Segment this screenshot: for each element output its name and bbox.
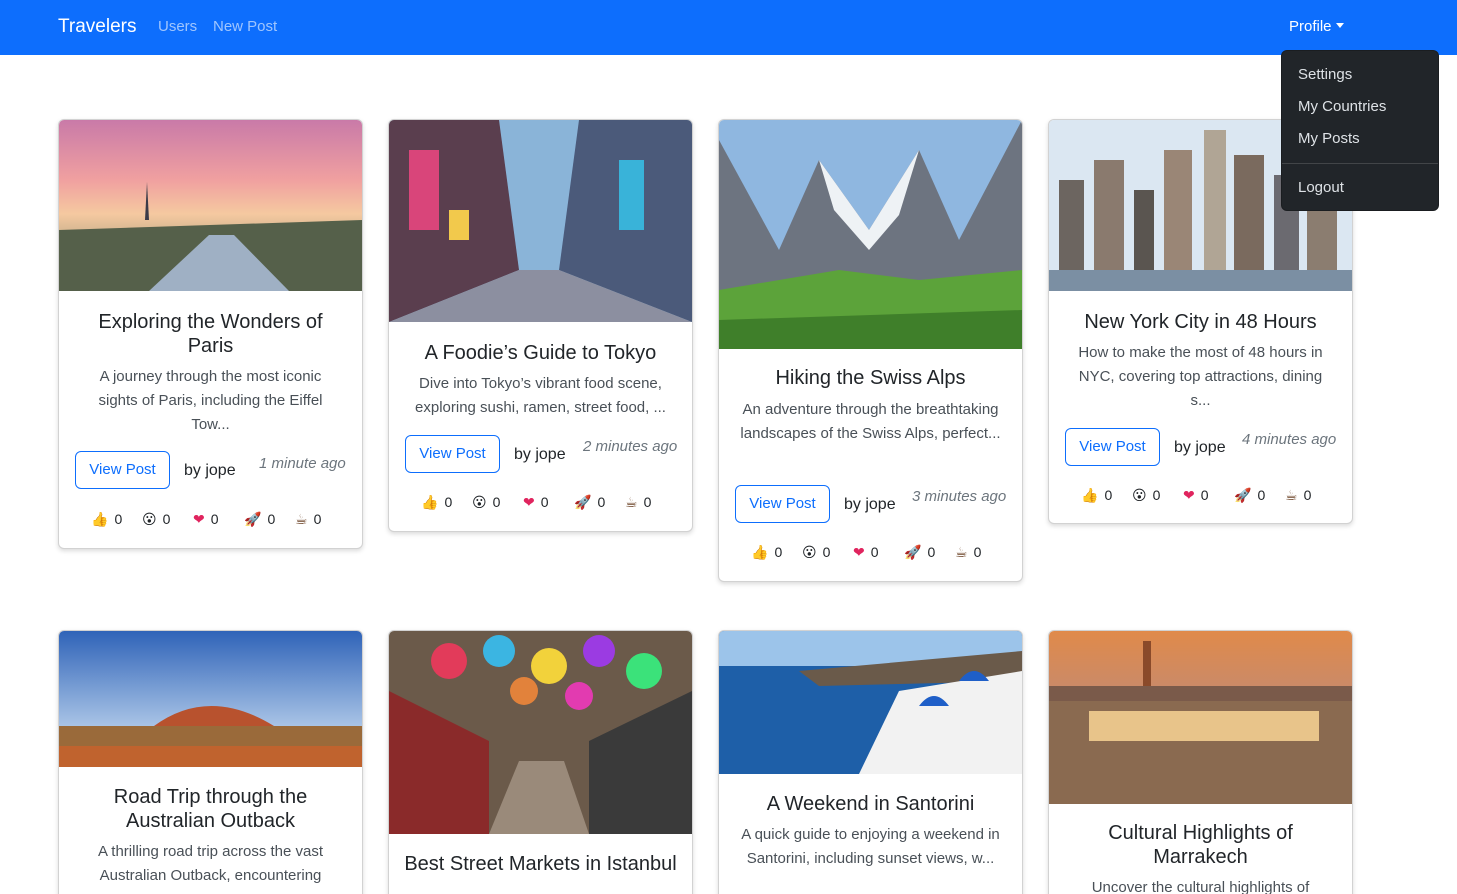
wow-face-icon: 😮	[472, 495, 487, 511]
post-image-marrakech	[1049, 631, 1352, 804]
post-excerpt: An adventure through the breathtaking la…	[740, 401, 1001, 442]
post-image-santorini	[719, 631, 1022, 774]
post-image-tokyo	[389, 120, 692, 322]
reaction-coffee[interactable]: ☕ 0	[625, 494, 651, 511]
reaction-heart[interactable]: ❤ 0	[523, 494, 549, 511]
coffee-icon: ☕	[955, 545, 968, 561]
post-time: 4 minutes ago	[1242, 431, 1337, 448]
post-title: A Weekend in Santorini	[766, 793, 975, 815]
profile-dropdown-toggle[interactable]: Profile	[1289, 18, 1344, 35]
post-card: Cultural Highlights of Marrakech Uncover…	[1048, 630, 1353, 894]
reaction-heart[interactable]: ❤ 0	[193, 511, 219, 528]
heart-icon: ❤	[1183, 488, 1195, 504]
nav-link-users[interactable]: Users	[158, 18, 197, 35]
post-title: Cultural Highlights of Marrakech	[1108, 822, 1293, 868]
wow-face-icon: 😮	[142, 512, 157, 528]
rocket-icon: 🚀	[904, 545, 922, 561]
thumbs-up-icon: 👍	[421, 495, 439, 511]
reaction-rocket[interactable]: 🚀 0	[1234, 487, 1265, 504]
rocket-icon: 🚀	[1234, 488, 1252, 504]
post-author: by jope	[1174, 439, 1226, 456]
dropdown-item-my-countries[interactable]: My Countries	[1298, 98, 1386, 115]
coffee-icon: ☕	[625, 495, 638, 511]
post-author: by jope	[184, 462, 236, 479]
reactions-bar: 👍 0 😮 0 ❤ 0 🚀 0 ☕ 0	[421, 494, 671, 514]
post-card: Road Trip through the Australian Outback…	[58, 630, 363, 894]
view-post-button[interactable]: View Post	[735, 485, 830, 523]
post-time: 1 minute ago	[259, 455, 346, 472]
heart-icon: ❤	[193, 512, 205, 528]
coffee-icon: ☕	[1285, 488, 1298, 504]
dropdown-item-logout[interactable]: Logout	[1298, 179, 1344, 196]
rocket-icon: 🚀	[574, 495, 592, 511]
post-excerpt: Uncover the cultural highlights of	[1091, 879, 1310, 894]
post-card: Best Street Markets in Istanbul	[388, 630, 693, 894]
reaction-heart[interactable]: ❤ 0	[1183, 487, 1209, 504]
post-card: Hiking the Swiss Alps An adventure throu…	[718, 119, 1023, 582]
dropdown-item-settings[interactable]: Settings	[1298, 66, 1352, 83]
post-excerpt: A journey through the most iconic sights…	[98, 368, 323, 433]
reaction-wow[interactable]: 😮 0	[472, 494, 500, 511]
reaction-coffee[interactable]: ☕ 0	[295, 511, 321, 528]
post-card: A Foodie’s Guide to Tokyo Dive into Toky…	[388, 119, 693, 532]
coffee-icon: ☕	[295, 512, 308, 528]
reaction-rocket[interactable]: 🚀 0	[574, 494, 605, 511]
wow-face-icon: 😮	[802, 545, 817, 561]
profile-dropdown-menu: Settings My Countries My Posts Logout	[1281, 50, 1439, 211]
post-time: 3 minutes ago	[912, 488, 1007, 505]
reaction-thumbs-up[interactable]: 👍 0	[1081, 487, 1112, 504]
profile-label: Profile	[1289, 18, 1332, 35]
wow-face-icon: 😮	[1132, 488, 1147, 504]
post-image-istanbul	[389, 631, 692, 834]
thumbs-up-icon: 👍	[91, 512, 109, 528]
post-image-swiss-alps	[719, 120, 1022, 349]
heart-icon: ❤	[523, 495, 535, 511]
reaction-coffee[interactable]: ☕ 0	[1285, 487, 1311, 504]
post-excerpt: A quick guide to enjoying a weekend in S…	[741, 826, 1000, 867]
reaction-coffee[interactable]: ☕ 0	[955, 544, 981, 561]
reaction-thumbs-up[interactable]: 👍 0	[421, 494, 452, 511]
post-excerpt: Dive into Tokyo’s vibrant food scene, ex…	[415, 375, 666, 416]
dropdown-item-my-posts[interactable]: My Posts	[1298, 130, 1360, 147]
post-author: by jope	[514, 446, 566, 463]
top-navbar: Travelers Users New Post Profile	[0, 0, 1457, 55]
thumbs-up-icon: 👍	[751, 545, 769, 561]
reactions-bar: 👍 0 😮 0 ❤ 0 🚀 0 ☕ 0	[1081, 487, 1331, 507]
heart-icon: ❤	[853, 545, 865, 561]
view-post-button[interactable]: View Post	[75, 451, 170, 489]
caret-down-icon	[1335, 23, 1344, 28]
thumbs-up-icon: 👍	[1081, 488, 1099, 504]
post-image-paris	[59, 120, 362, 291]
reaction-heart[interactable]: ❤ 0	[853, 544, 879, 561]
post-title: A Foodie’s Guide to Tokyo	[424, 342, 657, 364]
post-title: New York City in 48 Hours	[1084, 311, 1317, 333]
reaction-wow[interactable]: 😮 0	[802, 544, 830, 561]
post-card: Exploring the Wonders of Paris A journey…	[58, 119, 363, 549]
reactions-bar: 👍 0 😮 0 ❤ 0 🚀 0 ☕ 0	[91, 511, 341, 531]
rocket-icon: 🚀	[244, 512, 262, 528]
nav-link-new-post[interactable]: New Post	[213, 18, 277, 35]
brand-link[interactable]: Travelers	[58, 16, 136, 38]
reactions-bar: 👍 0 😮 0 ❤ 0 🚀 0 ☕ 0	[751, 544, 1001, 564]
post-title: Hiking the Swiss Alps	[775, 367, 966, 389]
reaction-thumbs-up[interactable]: 👍 0	[91, 511, 122, 528]
reaction-rocket[interactable]: 🚀 0	[904, 544, 935, 561]
post-excerpt: A thrilling road trip across the vast Au…	[97, 843, 324, 884]
view-post-button[interactable]: View Post	[405, 435, 500, 473]
reaction-wow[interactable]: 😮 0	[142, 511, 170, 528]
post-time: 2 minutes ago	[583, 438, 678, 455]
post-author: by jope	[844, 496, 896, 513]
post-title: Road Trip through the Australian Outback	[113, 786, 308, 832]
dropdown-divider	[1282, 163, 1438, 164]
reaction-wow[interactable]: 😮 0	[1132, 487, 1160, 504]
reaction-rocket[interactable]: 🚀 0	[244, 511, 275, 528]
view-post-button[interactable]: View Post	[1065, 428, 1160, 466]
post-excerpt: How to make the most of 48 hours in NYC,…	[1078, 344, 1323, 409]
post-image-outback	[59, 631, 362, 767]
post-title: Best Street Markets in Istanbul	[404, 853, 677, 875]
post-title: Exploring the Wonders of Paris	[98, 311, 323, 357]
post-card: A Weekend in Santorini A quick guide to …	[718, 630, 1023, 894]
reaction-thumbs-up[interactable]: 👍 0	[751, 544, 782, 561]
